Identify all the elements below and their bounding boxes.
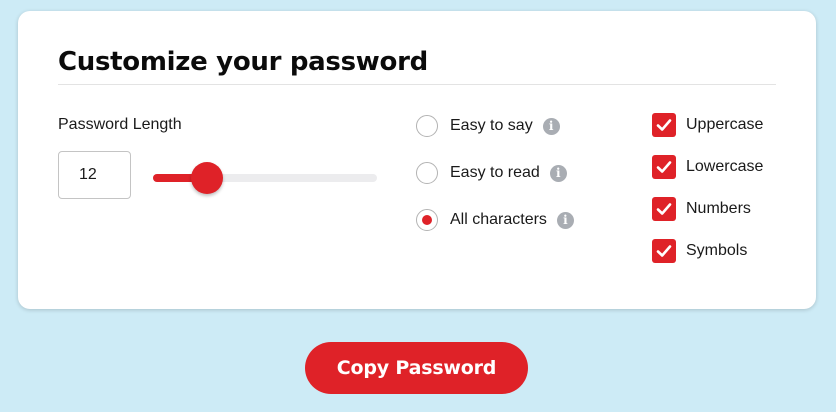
checkmark-icon [656, 203, 672, 215]
checkbox-numbers[interactable]: Numbers [652, 196, 751, 222]
checkmark-icon [656, 119, 672, 131]
radio-all-characters[interactable]: All characters i [416, 207, 574, 233]
page-title: Customize your password [58, 47, 428, 77]
checkmark-icon [656, 245, 672, 257]
checkbox-symbols[interactable]: Symbols [652, 238, 747, 264]
password-length-input[interactable]: 12 [58, 151, 131, 199]
checkbox-uppercase[interactable]: Uppercase [652, 112, 763, 138]
slider-thumb[interactable] [190, 162, 223, 194]
radio-easy-to-say[interactable]: Easy to say i [416, 113, 560, 139]
copy-password-button[interactable]: Copy Password [305, 342, 528, 394]
title-divider [58, 84, 776, 85]
checkbox-lowercase-label: Lowercase [686, 158, 764, 175]
radio-easy-to-say-circle[interactable] [416, 115, 438, 137]
radio-easy-to-read[interactable]: Easy to read i [416, 160, 567, 186]
radio-easy-to-read-label: Easy to read [450, 164, 540, 181]
checkbox-numbers-box[interactable] [652, 197, 676, 221]
checkbox-uppercase-label: Uppercase [686, 116, 764, 133]
checkbox-uppercase-box[interactable] [652, 113, 676, 137]
password-length-label: Password Length [58, 116, 182, 133]
info-icon[interactable]: i [542, 117, 560, 135]
checkbox-lowercase-box[interactable] [652, 155, 676, 179]
password-settings-card: Customize your password Password Length … [18, 11, 816, 309]
password-length-slider[interactable] [153, 162, 377, 194]
checkmark-icon [656, 161, 672, 173]
checkbox-lowercase[interactable]: Lowercase [652, 154, 763, 180]
checkbox-symbols-label: Symbols [686, 242, 748, 259]
info-icon[interactable]: i [556, 211, 574, 229]
info-icon[interactable]: i [549, 164, 567, 182]
checkbox-numbers-label: Numbers [686, 200, 751, 217]
radio-all-characters-label: All characters [450, 211, 547, 228]
radio-easy-to-read-circle[interactable] [416, 162, 438, 184]
radio-all-characters-circle[interactable] [416, 209, 438, 231]
password-length-value: 12 [79, 166, 97, 183]
radio-easy-to-say-label: Easy to say [450, 117, 533, 134]
checkbox-symbols-box[interactable] [652, 239, 676, 263]
